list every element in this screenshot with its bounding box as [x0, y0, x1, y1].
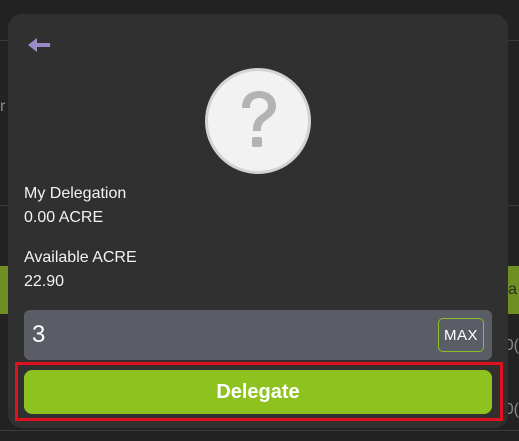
back-button[interactable] [26, 34, 54, 56]
available-balance-label: Available ACRE [24, 249, 137, 266]
validator-avatar [205, 68, 311, 174]
background-text-fragment: r [0, 98, 6, 115]
background-divider [0, 430, 519, 431]
my-delegation-value: 0.00 ACRE [24, 209, 104, 226]
amount-input[interactable] [32, 318, 432, 352]
available-balance-value: 22.90 [24, 273, 65, 290]
back-arrow-icon [28, 38, 50, 52]
amount-input-group: MAX [24, 310, 492, 360]
max-button[interactable]: MAX [438, 318, 484, 352]
my-delegation-label: My Delegation [24, 185, 127, 202]
delegate-modal: My Delegation 0.00 ACRE Available ACRE 2… [8, 14, 508, 428]
delegate-button[interactable]: Delegate [24, 370, 492, 414]
background-text-fragment: a [508, 281, 517, 298]
question-mark-icon [242, 91, 276, 147]
